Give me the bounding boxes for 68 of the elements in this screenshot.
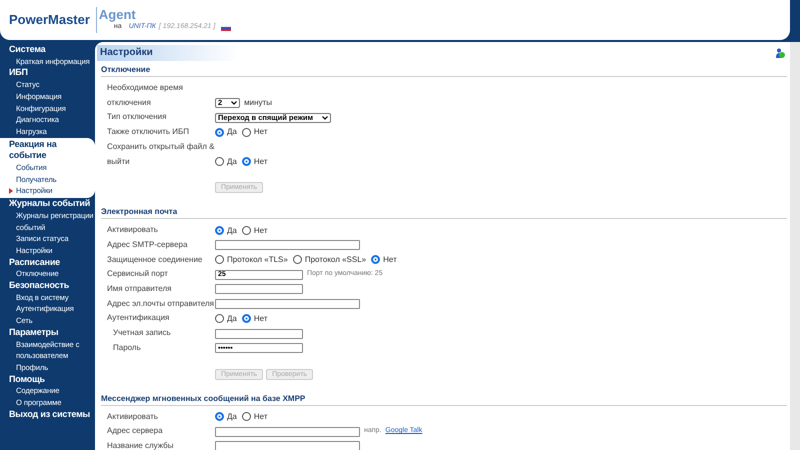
field-label: Пароль	[112, 342, 142, 354]
radio-button[interactable]	[215, 226, 224, 236]
scrollbar[interactable]	[790, 42, 800, 450]
logo-text: PowerMaster	[9, 11, 90, 30]
help-icon[interactable]	[775, 48, 785, 58]
field-label: Название службы	[107, 440, 175, 450]
field-label: Сервисный порт	[107, 268, 169, 280]
input-field[interactable]	[215, 284, 303, 294]
section-title: Отключение	[101, 63, 787, 77]
field-label: Адрес эл.почты отправителя	[107, 298, 215, 310]
flag-icon	[221, 24, 232, 30]
input-field[interactable]	[215, 240, 360, 250]
field-label: Аутентификация	[107, 312, 170, 324]
field-label: Адрес SMTP-сервера	[107, 238, 188, 251]
menu-heading[interactable]: Выход из системы	[9, 408, 94, 420]
chevron-down-icon	[322, 116, 328, 120]
radio-button[interactable]	[215, 412, 224, 422]
menu-heading[interactable]: Система	[9, 44, 94, 56]
field-label: Адрес сервера	[107, 425, 164, 438]
radio-button[interactable]	[242, 226, 251, 236]
field-label: Необходимое время отключения	[107, 82, 184, 109]
radio-label: Да	[227, 156, 237, 168]
input-field[interactable]	[215, 426, 360, 437]
product-title: Agent	[98, 8, 136, 22]
radio-label: Протокол «TLS»	[227, 254, 288, 266]
radio-label: Нет	[254, 126, 268, 138]
menu-heading[interactable]: Помощь	[9, 374, 94, 386]
menu-heading[interactable]: ИБП	[9, 67, 94, 80]
input-field[interactable]	[215, 441, 360, 450]
radio-label: Нет	[254, 224, 268, 237]
field-label: Активировать	[107, 410, 159, 423]
unit-label: минуты	[244, 97, 272, 110]
menu-heading[interactable]: Безопасность	[9, 280, 94, 292]
field-label: Имя отправителя	[107, 283, 172, 296]
field-label: Учетная запись	[112, 327, 172, 340]
radio-label: Нет	[254, 312, 268, 325]
field-label: Также отключить ИБП	[107, 126, 190, 138]
radio-label: Да	[227, 312, 237, 325]
radio-button[interactable]	[242, 412, 251, 422]
radio-label: Нет	[383, 254, 397, 266]
radio-button[interactable]	[292, 255, 302, 264]
radio-label: Протокол «SSL»	[304, 254, 366, 266]
radio-button[interactable]	[215, 255, 224, 264]
radio-button[interactable]	[215, 314, 224, 324]
radio-button[interactable]	[215, 157, 224, 166]
radio-label: Нет	[254, 156, 268, 168]
radio-label: Да	[227, 224, 237, 237]
field-label: Тип отключения	[107, 111, 168, 124]
field-label: Защищенное соединение	[107, 254, 204, 266]
input-field[interactable]	[215, 328, 303, 338]
section-title: Электронная почта	[101, 205, 787, 220]
menu-heading[interactable]: Журналы событий	[9, 198, 94, 210]
radio-button[interactable]	[242, 314, 251, 324]
radio-button[interactable]	[371, 255, 380, 264]
radio-button[interactable]	[242, 157, 251, 166]
field-label: Активировать	[107, 224, 159, 236]
field-label: Сохранить открытый файл & выйти	[107, 140, 215, 168]
radio-label: Да	[227, 410, 237, 423]
menu-heading[interactable]: Расписание	[9, 256, 94, 268]
radio-button[interactable]	[215, 128, 224, 137]
radio-label: Нет	[254, 410, 268, 423]
section-title: Мессенджер мгновенных сообщений на базе XMPP	[101, 392, 787, 406]
input-field[interactable]	[215, 299, 360, 310]
radio-button[interactable]	[242, 128, 251, 137]
menu-heading[interactable]: Реакция на событие	[9, 138, 94, 162]
radio-label: Да	[227, 126, 237, 138]
menu-heading[interactable]: Параметры	[9, 326, 94, 339]
chevron-down-icon	[231, 101, 238, 106]
